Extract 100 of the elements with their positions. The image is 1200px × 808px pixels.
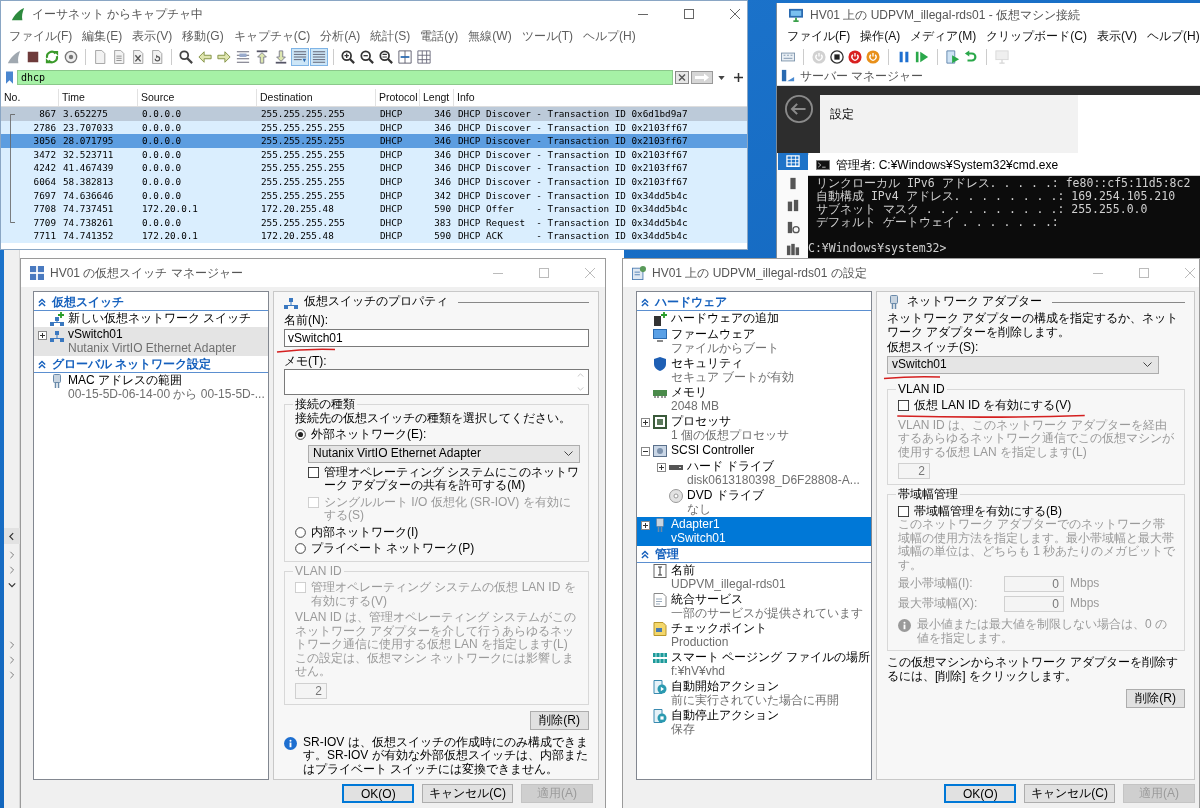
menu-item[interactable]: メディア(M) [910, 28, 977, 45]
tree-item[interactable]: メモリ 2048 MB [637, 385, 871, 414]
arrow-down-bar-icon[interactable] [272, 48, 290, 66]
expand-icon[interactable] [641, 521, 650, 530]
checkbox-icon[interactable] [898, 400, 909, 411]
packet-row[interactable]: 4242 41.467439 0.0.0.0 255.255.255.255 DHCP 346 DHCP Discover - Transaction ID 0x2103ff67 [1, 161, 747, 175]
menu-item[interactable]: キャプチャ(C) [233, 28, 311, 45]
column-header[interactable]: Info [454, 89, 747, 106]
chevron-down-icon[interactable] [564, 451, 573, 456]
zoom-in-icon[interactable] [339, 48, 357, 66]
expand-icon[interactable] [657, 463, 666, 472]
bookmark-icon[interactable] [6, 71, 13, 84]
bandwidth-field[interactable]: 0 [1004, 596, 1064, 612]
document-arrow-icon[interactable] [946, 49, 960, 64]
tree-item[interactable]: スマート ページング ファイルの場所 f:¥hV¥vhd [637, 650, 871, 679]
ok-button[interactable]: OK(O) [342, 784, 415, 803]
menu-item[interactable]: ヘルプ(H) [1147, 28, 1200, 45]
ok-button[interactable]: OK(O) [944, 784, 1017, 803]
clear-icon[interactable] [675, 71, 689, 84]
power-icon[interactable] [866, 49, 880, 64]
autoscroll-icon[interactable] [291, 48, 309, 66]
chevrons-up-icon[interactable] [641, 297, 649, 307]
menu-item[interactable]: 表示(V) [132, 28, 173, 45]
radio-button[interactable]: 内部ネットワーク(I) [295, 525, 580, 539]
chevron-down-icon[interactable] [1143, 362, 1152, 367]
section-header[interactable]: グローバル ネットワーク設定 [52, 357, 212, 371]
radio-icon[interactable] [295, 429, 306, 440]
packet-row[interactable]: 7711 74.741352 172.20.0.1 172.20.255.48 DHCP 590 DHCP ACK - Transaction ID 0x34dd5b4c [1, 229, 747, 243]
tree-item[interactable]: セキュリティ セキュア ブートが有効 [637, 356, 871, 385]
go-to-line-icon[interactable] [234, 48, 252, 66]
tree-item[interactable]: チェックポイント Production [637, 621, 871, 650]
menu-item[interactable]: ツール(T) [521, 28, 573, 45]
section-header[interactable]: 管理 [655, 547, 679, 561]
tree-item[interactable]: SCSI Controller [637, 443, 871, 459]
chevrons-up-icon[interactable] [38, 297, 46, 307]
search-icon[interactable] [177, 48, 195, 66]
checkbox[interactable]: 仮想 LAN ID を有効にする(V) [898, 399, 1176, 413]
tree-item[interactable]: ファームウェア ファイルからブート [637, 327, 871, 356]
section-header[interactable]: 仮想スイッチ [52, 295, 124, 309]
grid-icon[interactable] [415, 48, 433, 66]
play-icon[interactable] [915, 49, 929, 64]
plus-icon[interactable] [734, 73, 743, 82]
column-header[interactable]: Destination [257, 89, 376, 106]
packet-row[interactable]: 3056 28.071795 0.0.0.0 255.255.255.255 DHCP 346 DHCP Discover - Transaction ID 0x2103ff67 [1, 134, 747, 148]
menu-item[interactable]: 分析(A) [320, 28, 361, 45]
menu-item[interactable]: 無線(W) [468, 28, 512, 45]
column-header[interactable]: Time [59, 89, 138, 106]
expand-icon[interactable] [641, 418, 650, 427]
tree-item[interactable]: 名前 UDPVM_illegal-rds01 [637, 563, 871, 592]
chevrons-up-icon[interactable] [641, 549, 649, 559]
menu-item[interactable]: 統計(S) [370, 28, 411, 45]
radio-icon[interactable] [295, 543, 306, 554]
menu-item[interactable]: ファイル(F) [9, 28, 73, 45]
lines-icon[interactable] [310, 48, 328, 66]
checkbox[interactable]: 管理オペレーティング システムにこのネットワーク アダプターの共有を許可する(M) [308, 465, 580, 493]
checkbox-icon[interactable] [308, 466, 319, 478]
packet-row[interactable]: 867 3.652275 0.0.0.0 255.255.255.255 DHCP 346 DHCP Discover - Transaction ID 0x6d1bd9a7 [1, 107, 747, 121]
vlan-id-field[interactable]: 2 [898, 463, 930, 479]
zoom-reset-icon[interactable] [377, 48, 395, 66]
restart-icon[interactable] [43, 48, 61, 66]
tree-item[interactable]: 新しい仮想ネットワーク スイッチ [34, 311, 268, 327]
pause-icon[interactable] [897, 49, 911, 64]
packet-row[interactable]: 7708 74.737451 172.20.0.1 172.20.255.48 DHCP 590 DHCP Offer - Transaction ID 0x34dd5b4c [1, 202, 747, 216]
tree-item[interactable]: プロセッサ 1 個の仮想プロセッサ [637, 414, 871, 443]
collapse-icon[interactable] [641, 447, 650, 456]
zoom-out-icon[interactable] [358, 48, 376, 66]
tree-item[interactable]: MAC アドレスの範囲 00-15-5D-06-14-00 から 00-15-5D-... [34, 373, 268, 402]
menu-item[interactable]: クリップボード(C) [986, 28, 1087, 45]
menu-item[interactable]: ヘルプ(H) [583, 28, 636, 45]
undo-icon[interactable] [964, 49, 978, 64]
menu-item[interactable]: 移動(G) [182, 28, 224, 45]
power-icon[interactable] [848, 49, 862, 64]
name-field[interactable]: vSwitch01 [284, 328, 589, 347]
close-icon[interactable] [730, 9, 740, 19]
radio-button[interactable]: プライベート ネットワーク(P) [295, 542, 580, 556]
tree-item[interactable]: ハード ドライブ disk0613180398_D6F28808-A... [637, 459, 871, 488]
arrow-up-bar-icon[interactable] [253, 48, 271, 66]
radio-icon[interactable] [295, 526, 306, 538]
maximize-icon[interactable] [684, 9, 694, 19]
display-filter-field[interactable]: dhcp [17, 70, 673, 85]
dashboard-icon[interactable] [777, 153, 808, 170]
switch-dropdown[interactable]: vSwitch01 [887, 355, 1159, 374]
chevrons-up-icon[interactable] [38, 359, 46, 369]
menu-item[interactable]: 表示(V) [1097, 28, 1137, 45]
scrollbar[interactable] [3, 528, 20, 544]
tree-item[interactable]: Adapter1 vSwitch01 [637, 517, 871, 546]
tree-item[interactable]: 自動停止アクション 保存 [637, 708, 871, 737]
keyboard-icon[interactable] [781, 49, 795, 64]
chevron-down-icon[interactable] [718, 75, 725, 80]
target-icon[interactable] [62, 48, 80, 66]
column-header[interactable]: No. [1, 89, 59, 106]
remove-button[interactable]: 削除(R) [1126, 689, 1185, 708]
section-header[interactable]: ハードウェア [655, 295, 727, 309]
chevron-left-icon[interactable] [9, 531, 14, 541]
cancel-button[interactable]: キャンセル(C) [1024, 784, 1115, 803]
tree-item[interactable]: ハードウェアの追加 [637, 311, 871, 327]
arrow-right-icon[interactable] [691, 71, 713, 84]
stop-circle-icon[interactable] [830, 49, 844, 64]
checkbox[interactable]: 帯域幅管理を有効にする(B) [898, 504, 1176, 518]
menu-item[interactable]: ファイル(F) [787, 28, 851, 45]
